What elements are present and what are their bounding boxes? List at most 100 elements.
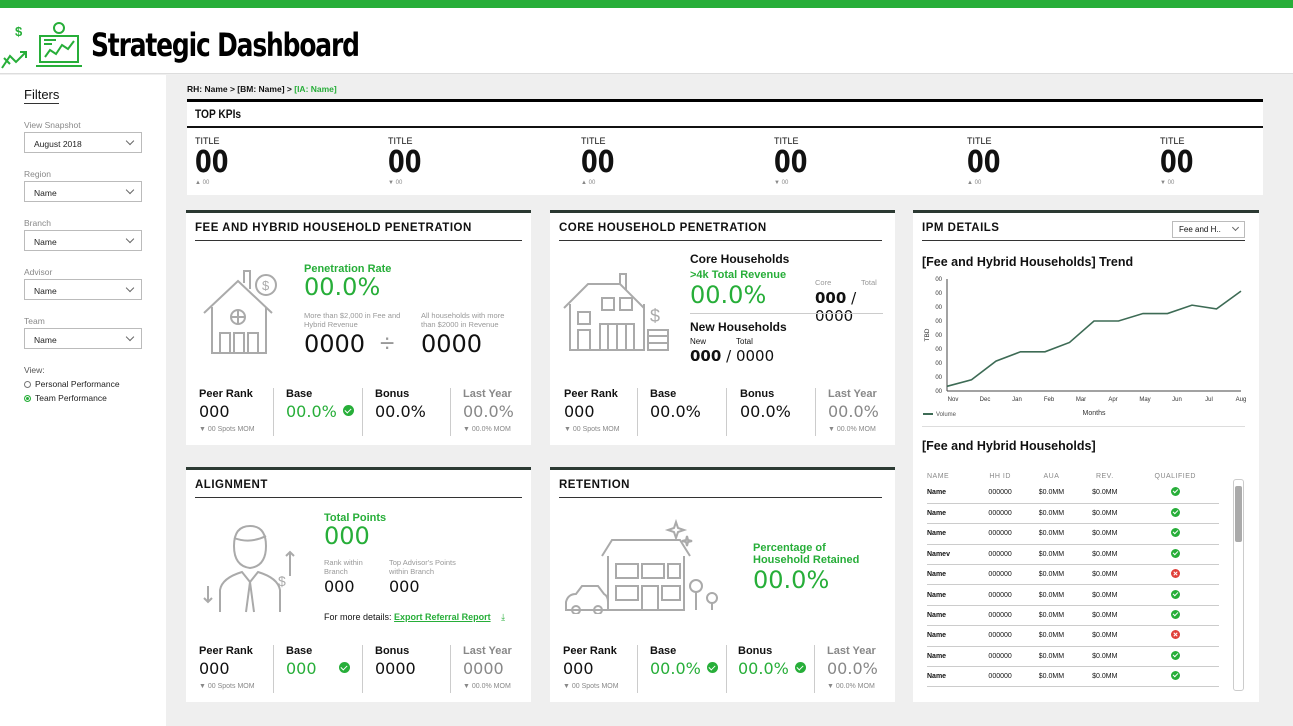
table-row[interactable]: Name 000000 $0.0MM $0.0MM: [927, 646, 1219, 668]
new-count: 000: [690, 347, 722, 365]
table-scrollbar[interactable]: [1233, 479, 1244, 691]
radio-team-performance[interactable]: Team Performance: [24, 393, 107, 403]
rank-value: 000: [324, 577, 355, 596]
cell-id: 000000: [975, 625, 1025, 647]
kpi-value: 00: [388, 145, 422, 180]
stat-value: 000: [564, 402, 595, 421]
series-line: [946, 290, 1242, 388]
core-col-label: Core: [815, 278, 832, 287]
team-select[interactable]: Name: [24, 328, 142, 349]
divider: [362, 388, 363, 436]
scrollbar-thumb[interactable]: [1235, 486, 1242, 542]
penetration-rate-value: 00.0%: [304, 273, 381, 301]
cell-aua: $0.0MM: [1024, 544, 1079, 566]
stat-value: 0000: [375, 659, 416, 678]
y-tick-label: 00: [935, 305, 942, 311]
table-row[interactable]: Name 000000 $0.0MM $0.0MM: [927, 503, 1219, 525]
col-header[interactable]: HH ID: [975, 469, 1024, 483]
stat-value: 00.0%: [286, 402, 337, 421]
divider: [637, 645, 638, 693]
base-stat: Base 00.0%: [286, 388, 354, 421]
table-row[interactable]: Name 000000 $0.0MM $0.0MM: [927, 584, 1219, 606]
core-count: 000: [815, 289, 847, 307]
branch-select[interactable]: Name: [24, 230, 142, 251]
advisor-value: Name: [34, 286, 57, 296]
cell-rev: $0.0MM: [1078, 483, 1132, 504]
svg-text:$: $: [262, 278, 270, 293]
total-col-label: Total: [861, 278, 877, 287]
denominator-value: 0000: [421, 330, 483, 358]
breadcrumb-path: RH: Name > [BM: Name] >: [187, 84, 292, 94]
breadcrumb-current[interactable]: [IA: Name]: [294, 84, 337, 94]
col-header[interactable]: AUA: [1025, 469, 1078, 483]
cell-rev: $0.0MM: [1078, 544, 1132, 566]
stat-label: Peer Rank: [199, 388, 253, 400]
top-advisor-label: Top Advisor's Points within Branch: [389, 558, 456, 576]
legend-label: Volume: [936, 412, 957, 418]
divider: [187, 126, 1263, 128]
table-row[interactable]: Name 000000 $0.0MM $0.0MM: [927, 605, 1219, 627]
col-header[interactable]: QUALIFIED: [1132, 469, 1220, 483]
table-row[interactable]: Name 000000 $0.0MM $0.0MM: [927, 666, 1219, 688]
y-tick-label: 00: [935, 277, 942, 283]
app-header: $ Strategic Dashboard: [0, 8, 1293, 74]
cell-qualified: [1131, 666, 1219, 688]
table-row[interactable]: Name 000000 $0.0MM $0.0MM: [927, 625, 1219, 647]
x-axis-label: Months: [1083, 410, 1106, 417]
table-row[interactable]: Name 000000 $0.0MM $0.0MM: [927, 523, 1219, 545]
check-icon: [1170, 650, 1180, 660]
x-tick-label: Jun: [1172, 397, 1182, 403]
more-details: For more details: Export Referral Report…: [324, 612, 505, 623]
col-header[interactable]: REV.: [1078, 469, 1131, 483]
card-title: ALIGNMENT: [195, 479, 268, 491]
stat-value: 00.0%: [650, 659, 701, 678]
divider: [922, 240, 1245, 241]
radio-label: Personal Performance: [35, 379, 120, 389]
svg-text:$: $: [15, 24, 23, 39]
cell-id: 000000: [975, 584, 1025, 606]
divider: [922, 426, 1245, 427]
alignment-card: ALIGNMENT $ Total Points 000 Rank within…: [186, 467, 531, 702]
table-row[interactable]: Name 000000 $0.0MM $0.0MM: [927, 564, 1219, 586]
x-tick-label: Nov: [948, 397, 959, 403]
retention-card: RETENTION Percentage of Household Retain…: [550, 467, 895, 702]
col-header[interactable]: NAME: [927, 469, 975, 483]
stat-sub: ▼ 00.0% MOM: [463, 683, 511, 690]
table-row[interactable]: Namev 000000 $0.0MM $0.0MM: [927, 544, 1219, 566]
stat-label: Base: [286, 388, 313, 400]
bonus-stat: Bonus 00.0%: [375, 388, 426, 421]
kpi-value: 00: [1160, 145, 1194, 180]
x-icon: [1170, 569, 1180, 579]
last-year-stat: Last Year 00.0% ▼ 00.0% MOM: [463, 388, 514, 433]
snapshot-value: August 2018: [34, 139, 82, 149]
stat-value: 000: [199, 402, 230, 421]
table-row[interactable]: Name 000000 $0.0MM $0.0MM: [927, 483, 1219, 504]
check-icon: [1170, 548, 1180, 558]
export-referral-link[interactable]: Export Referral Report: [394, 612, 491, 622]
divider: [814, 645, 815, 693]
chevron-down-icon: [125, 234, 135, 244]
cell-id: 000000: [975, 544, 1025, 566]
download-icon[interactable]: ⤓: [501, 612, 505, 622]
stat-value: 00.0%: [375, 402, 426, 421]
region-select[interactable]: Name: [24, 181, 142, 202]
divider: [559, 240, 882, 241]
divider: [450, 645, 451, 693]
advisor-select[interactable]: Name: [24, 279, 142, 300]
ipm-metric-select[interactable]: Fee and H..: [1172, 221, 1245, 238]
app-logo-icon: $: [1, 22, 82, 69]
filters-title: Filters: [24, 87, 60, 104]
snapshot-select[interactable]: August 2018: [24, 132, 142, 153]
stat-label: Peer Rank: [199, 645, 253, 657]
check-icon: [338, 662, 350, 673]
stat-label: Peer Rank: [563, 645, 617, 657]
chevron-down-icon: [125, 332, 135, 342]
cell-aua: $0.0MM: [1024, 523, 1079, 545]
peer-rank-stat: Peer Rank 000 ▼ 00 Spots MOM: [199, 645, 255, 690]
cell-name: Name: [927, 666, 976, 688]
radio-personal-performance[interactable]: Personal Performance: [24, 379, 120, 389]
stat-sub: ▼ 00 Spots MOM: [199, 683, 255, 690]
trend-line-chart: 00 00 00 00 00 00 00 00 00 Nov Dec Jan Feb Mar Apr May J…: [923, 277, 1246, 418]
kpi-item: TITLE 00 ▲ 00: [581, 136, 701, 186]
stat-label: Base: [286, 645, 313, 657]
